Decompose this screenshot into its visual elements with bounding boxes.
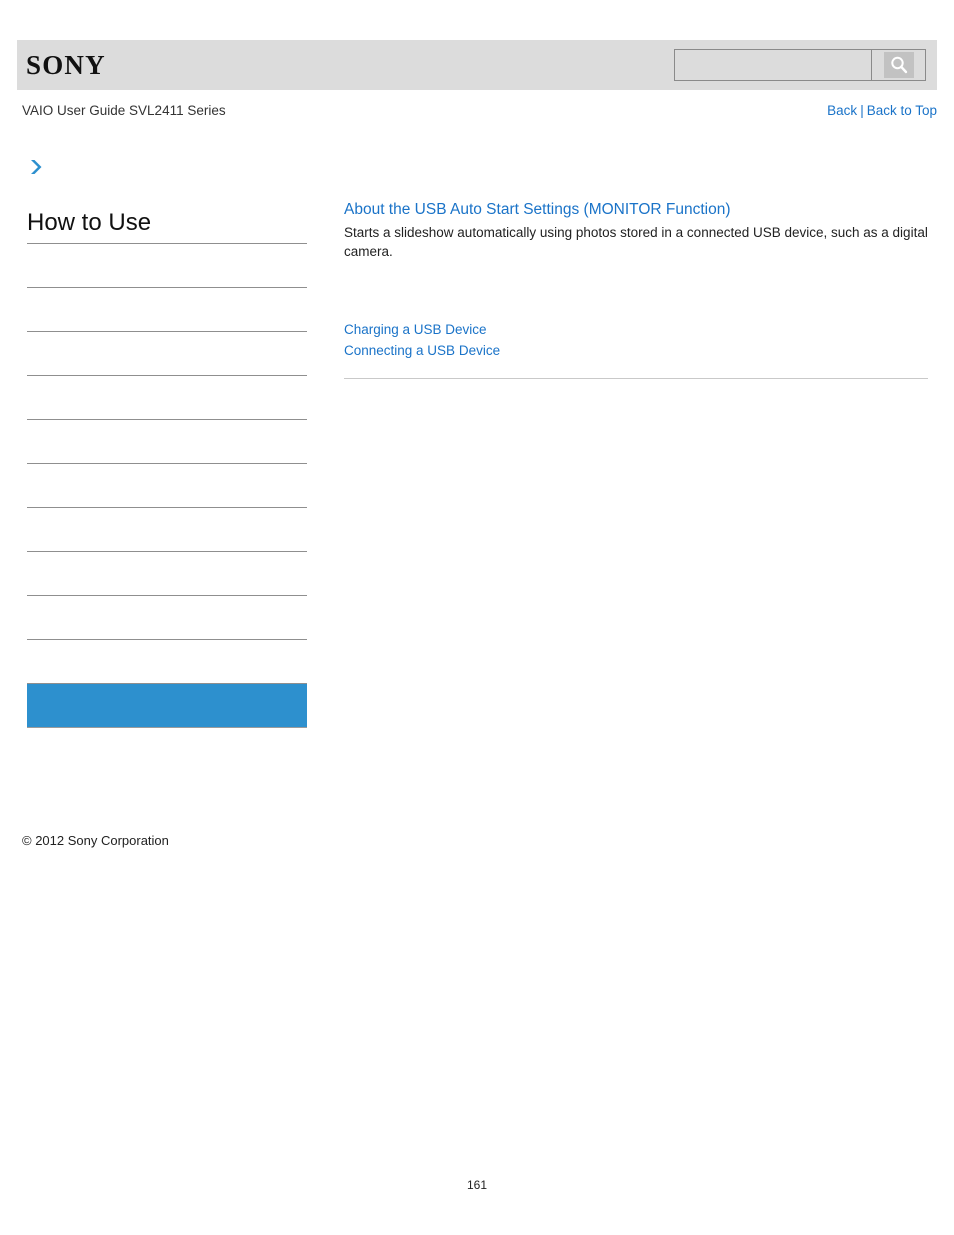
site-header: SONY (17, 40, 937, 90)
sidebar-item-selected[interactable] (27, 684, 307, 728)
sidebar-item-1[interactable] (27, 288, 307, 332)
page-number: 161 (466, 1178, 488, 1192)
copyright-notice: © 2012 Sony Corporation (22, 833, 169, 848)
article-heading[interactable]: About the USB Auto Start Settings (MONIT… (344, 200, 928, 220)
related-topics-list: Charging a USB Device Connecting a USB D… (344, 319, 928, 361)
search-bar (674, 49, 926, 81)
chevron-right-icon[interactable] (27, 158, 45, 176)
sidebar: How to Use (27, 158, 307, 728)
search-button[interactable] (871, 50, 925, 80)
top-navigation: Back | Back to Top (827, 102, 937, 119)
sidebar-item-6[interactable] (27, 508, 307, 552)
content-divider (344, 378, 928, 379)
sidebar-item-7[interactable] (27, 552, 307, 596)
sidebar-nav-list (27, 244, 307, 728)
sidebar-item-3[interactable] (27, 376, 307, 420)
guide-title: VAIO User Guide SVL2411 Series (22, 103, 226, 118)
related-link-connecting-usb-device[interactable]: Connecting a USB Device (344, 340, 928, 361)
search-input[interactable] (675, 50, 871, 80)
sidebar-item-5[interactable] (27, 464, 307, 508)
sidebar-item-4[interactable] (27, 420, 307, 464)
back-link[interactable]: Back (827, 103, 857, 118)
sidebar-item-0[interactable] (27, 244, 307, 288)
sidebar-item-9[interactable] (27, 640, 307, 684)
sony-logo: SONY (26, 50, 106, 80)
page-title: How to Use (27, 208, 307, 244)
back-to-top-link[interactable]: Back to Top (867, 103, 937, 118)
article-description: Starts a slideshow automatically using p… (344, 225, 928, 259)
search-icon (883, 52, 914, 78)
sidebar-item-2[interactable] (27, 332, 307, 376)
related-link-charging-usb-device[interactable]: Charging a USB Device (344, 319, 928, 340)
sidebar-item-8[interactable] (27, 596, 307, 640)
nav-separator: | (860, 103, 864, 118)
main-content: About the USB Auto Start Settings (MONIT… (344, 200, 928, 379)
